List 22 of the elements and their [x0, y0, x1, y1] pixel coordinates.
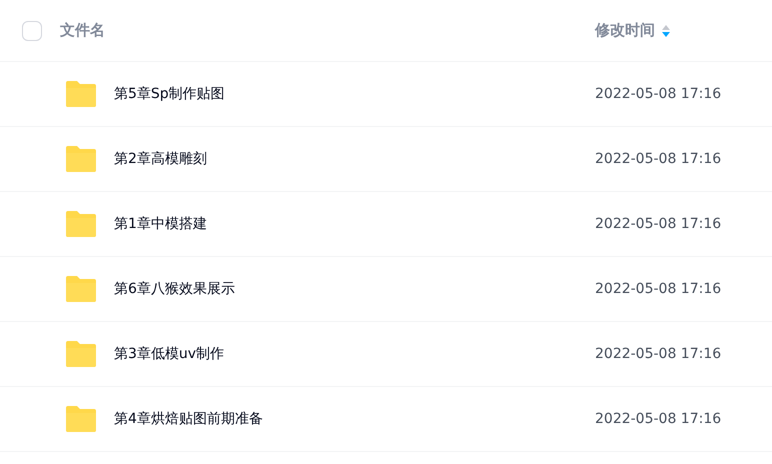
sort-icon[interactable] [661, 24, 671, 38]
modified-time: 2022-05-08 17:16 [595, 344, 722, 364]
folder-icon [66, 211, 96, 237]
modified-time: 2022-05-08 17:16 [595, 280, 722, 298]
folder-name[interactable]: 第2章高模雕刻 [114, 148, 207, 170]
folder-icon [66, 81, 96, 107]
folder-name[interactable]: 第3章低模uv制作 [114, 344, 224, 364]
modified-time: 2022-05-08 17:16 [595, 150, 722, 168]
folder-icon [66, 276, 96, 302]
column-header: 文件名 [60, 20, 105, 42]
modified-time: 2022-05-08 17:16 [595, 84, 722, 104]
folder-icon [66, 146, 96, 172]
modified-time: 2022-05-08 17:16 [595, 410, 722, 428]
folder-name[interactable]: 第6章八猴效果展示 [114, 278, 235, 300]
folder-icon [66, 406, 96, 432]
select-all-checkbox[interactable] [22, 20, 42, 40]
folder-icon [66, 341, 96, 367]
modified-time: 2022-05-08 17:16 [595, 214, 722, 234]
folder-name[interactable]: 第5章Sp制作贴图 [114, 84, 225, 104]
folder-name[interactable]: 第4章烘焙贴图前期准备 [114, 408, 263, 430]
folder-name[interactable]: 第1章中模搭建 [114, 214, 207, 234]
column-header[interactable]: 修改时间 [595, 19, 655, 42]
